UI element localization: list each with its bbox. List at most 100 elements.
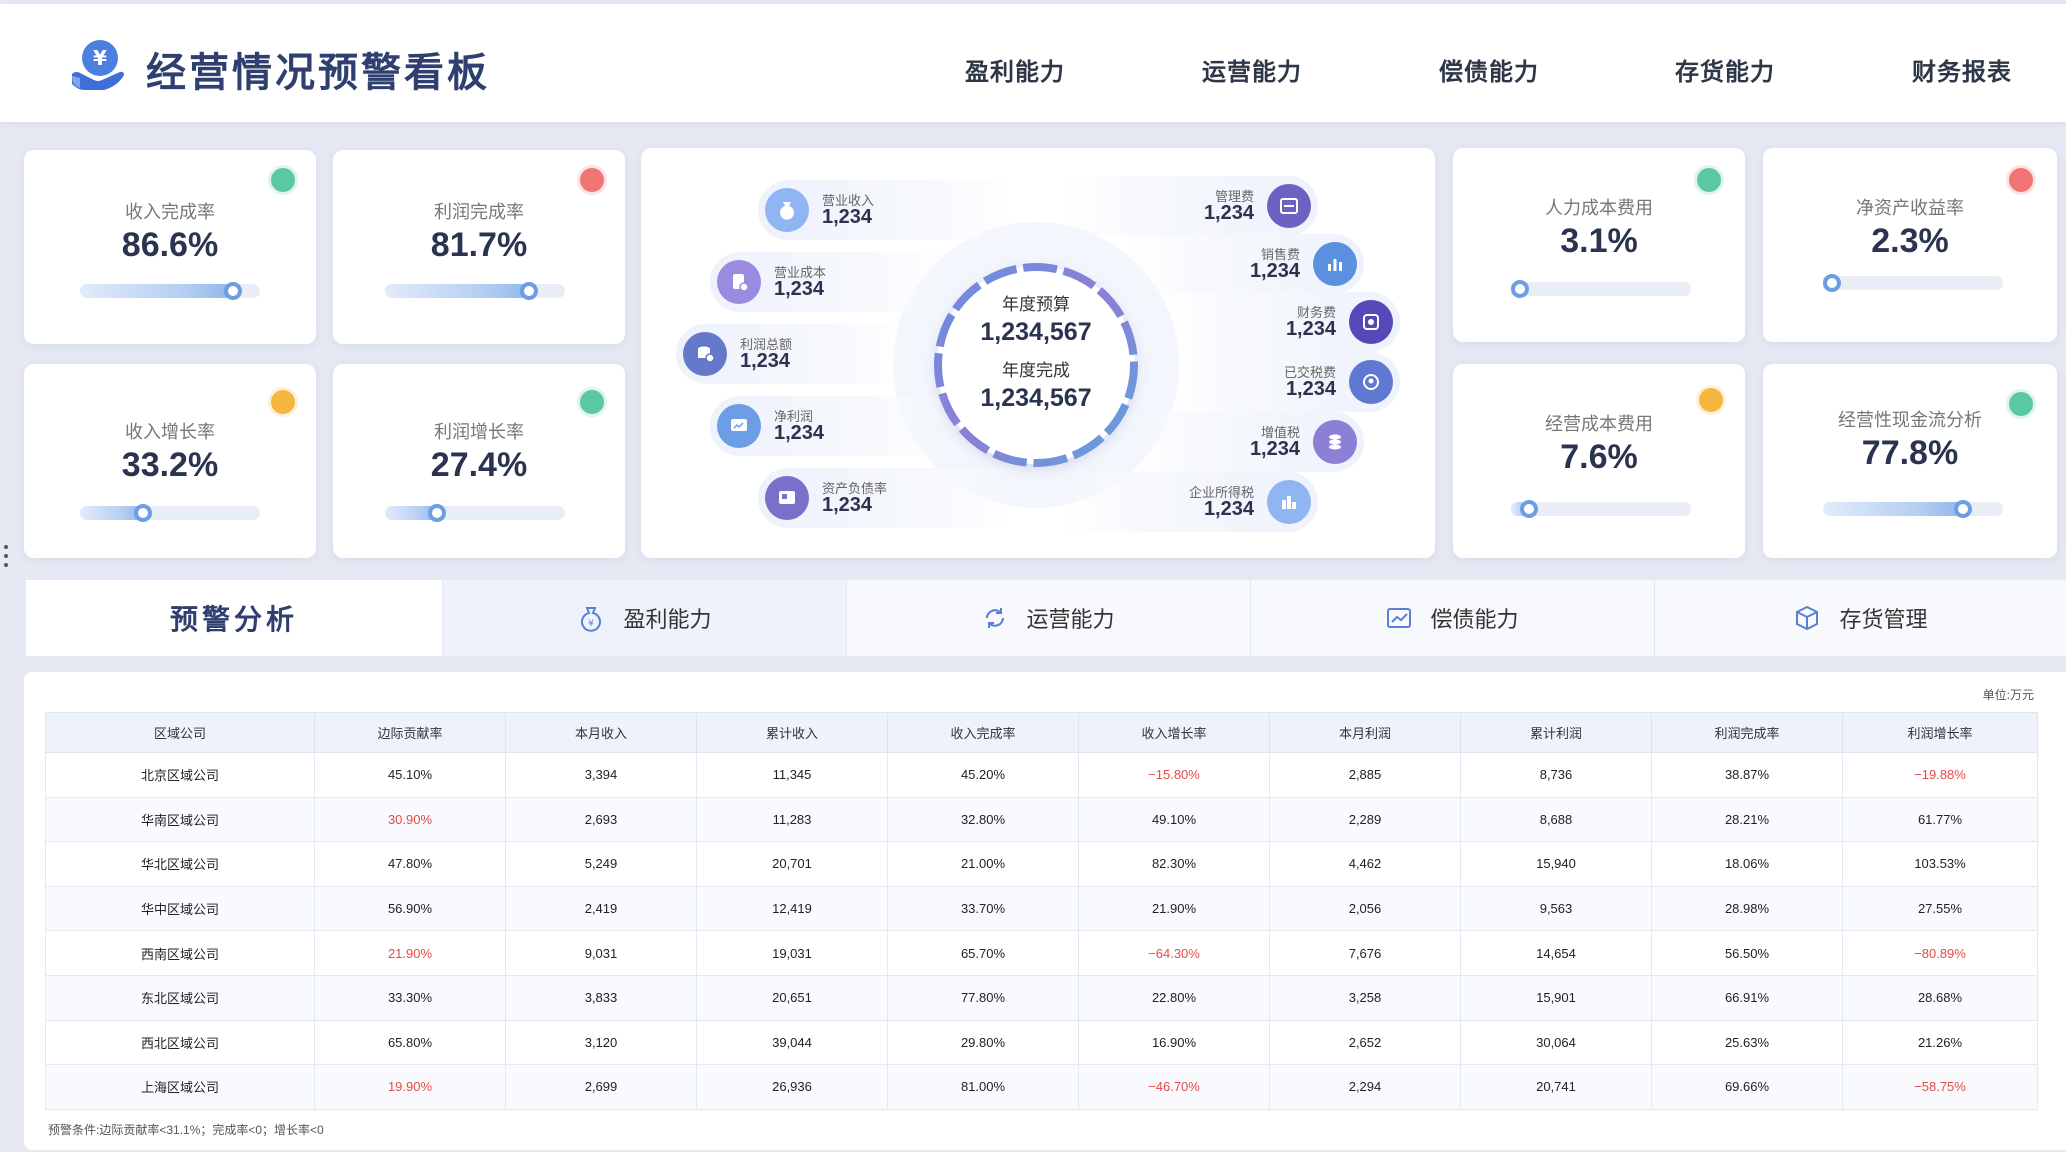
svg-text:¥: ¥ [93, 46, 107, 70]
table-cell: 15,940 [1460, 841, 1652, 887]
table-cell: 西北区域公司 [45, 1020, 315, 1066]
table-row[interactable]: 西北区域公司 65.80% 3,120 39,044 29.80% 16.90% 2,652… [45, 1020, 2038, 1066]
table-cell: 北京区域公司 [45, 752, 315, 798]
table-cell: −15.80% [1078, 752, 1270, 798]
table-row[interactable]: 华北区域公司 47.80% 5,249 20,701 21.00% 82.30% 4,462… [45, 841, 2038, 887]
table-cell: 30.90% [314, 797, 506, 843]
nav-inventory[interactable]: 存货能力 [1675, 52, 1775, 87]
tab-operations[interactable]: 运营能力 [846, 580, 1250, 656]
app-title: 经营情况预警看板 [146, 51, 490, 95]
kpi-value: 7.6% [1560, 438, 1638, 476]
nav-financial-report[interactable]: 财务报表 [1912, 52, 2012, 87]
column-header: 区域公司 [45, 712, 315, 753]
table-cell: 3,394 [505, 752, 697, 798]
table-cell: 21.00% [887, 841, 1079, 887]
table-row[interactable]: 北京区域公司 45.10% 3,394 11,345 45.20% −15.80% 2,88… [45, 752, 2038, 798]
kpi-progress [1823, 500, 2003, 518]
column-header: 累计利润 [1460, 712, 1652, 753]
metric-sales-fee: 销售费 1,234 [1128, 234, 1364, 294]
table-cell: 2,056 [1269, 886, 1461, 932]
kpi-label: 人力成本费用 [1545, 198, 1653, 218]
kpi-progress [385, 282, 565, 300]
table-cell: 3,120 [505, 1020, 697, 1066]
table-cell: 西南区域公司 [45, 930, 315, 976]
table-cell: 28.98% [1651, 886, 1843, 932]
table-cell: 5,249 [505, 841, 697, 887]
status-dot [271, 168, 295, 192]
kpi-progress [385, 504, 565, 522]
table-cell: 21.90% [314, 930, 506, 976]
table-row[interactable]: 西南区域公司 21.90% 9,031 19,031 65.70% −64.30% 7,67… [45, 930, 2038, 976]
column-header: 利润完成率 [1651, 712, 1843, 753]
table-cell: 82.30% [1078, 841, 1270, 887]
yuan-hand-logo-icon: ¥ [72, 40, 124, 90]
table-cell: 华南区域公司 [45, 797, 315, 843]
tab-profitability[interactable]: ¥ 盈利能力 [442, 580, 846, 656]
table-cell: 9,563 [1460, 886, 1652, 932]
tab-label: 偿债能力 [1430, 607, 1519, 632]
kpi-value: 27.4% [430, 446, 528, 484]
sales-fee-icon [1313, 242, 1357, 286]
tab-inventory[interactable]: 存货管理 [1654, 580, 2066, 656]
kpi-card-labor-cost: 人力成本费用 3.1% [1453, 148, 1745, 342]
kpi-label: 收入完成率 [125, 202, 215, 222]
metric-net-profit: 净利润 1,234 [710, 396, 946, 456]
table-row[interactable]: 华南区域公司 30.90% 2,693 11,283 32.80% 49.10% 2,289… [45, 797, 2038, 843]
table-row[interactable]: 东北区域公司 33.30% 3,833 20,651 77.80% 22.80% 3,258… [45, 975, 2038, 1021]
nav-solvency[interactable]: 偿债能力 [1439, 52, 1539, 87]
table-cell: 14,654 [1460, 930, 1652, 976]
done-label: 年度完成 [1002, 361, 1070, 380]
metric-value: 1,234 [1249, 260, 1300, 282]
table-cell: 4,462 [1269, 841, 1461, 887]
table-row[interactable]: 华中区域公司 56.90% 2,419 12,419 33.70% 21.90% 2,056… [45, 886, 2038, 932]
table-cell: 65.80% [314, 1020, 506, 1066]
tab-solvency[interactable]: 偿债能力 [1250, 580, 1654, 656]
column-header: 收入完成率 [887, 712, 1079, 753]
table-cell: 21.90% [1078, 886, 1270, 932]
status-dot [580, 390, 604, 414]
kpi-label: 净资产收益率 [1856, 198, 1964, 218]
table-cell: 69.66% [1651, 1064, 1843, 1110]
done-value: 1,234,567 [980, 384, 1092, 412]
table-cell: −19.88% [1842, 752, 2038, 798]
kpi-value: 86.6% [121, 226, 219, 264]
table-cell: 45.10% [314, 752, 506, 798]
table-cell: 21.26% [1842, 1020, 2038, 1066]
kpi-label: 利润完成率 [434, 202, 524, 222]
profit-total-icon [683, 332, 727, 376]
table-row[interactable]: 上海区域公司 19.90% 2,699 26,936 81.00% −46.70% 2,29… [45, 1064, 2038, 1110]
table-cell: 56.90% [314, 886, 506, 932]
metric-income-tax: 企业所得税 1,234 [1062, 472, 1318, 532]
table-cell: 20,741 [1460, 1064, 1652, 1110]
management-fee-icon [1267, 184, 1311, 228]
table-cell: 20,701 [696, 841, 888, 887]
metric-revenue: 营业收入 1,234 [758, 180, 1014, 240]
kpi-value: 81.7% [430, 226, 528, 264]
kpi-progress [1823, 274, 2003, 292]
table-cell: 66.91% [1651, 975, 1843, 1021]
regional-warning-table: 区域公司 边际贡献率 本月收入 累计收入 收入完成率 收入增长率 本月利润 累计利润 利润完成率… [45, 712, 2038, 1110]
table-cell: 28.21% [1651, 797, 1843, 843]
table-header-row: 区域公司 边际贡献率 本月收入 累计收入 收入完成率 收入增长率 本月利润 累计利润 利润完成率… [45, 712, 2038, 753]
table-cell: 15,901 [1460, 975, 1652, 1021]
kpi-label: 经营性现金流分析 [1838, 410, 1982, 430]
table-cell: 30,064 [1460, 1020, 1652, 1066]
nav-profitability[interactable]: 盈利能力 [965, 52, 1065, 87]
metric-value: 1,234 [1249, 438, 1300, 460]
table-cell: 11,345 [696, 752, 888, 798]
tab-label: 运营能力 [1026, 607, 1115, 632]
table-cell: 12,419 [696, 886, 888, 932]
table-cell: 22.80% [1078, 975, 1270, 1021]
table-cell: 20,651 [696, 975, 888, 1021]
income-tax-icon [1267, 480, 1311, 524]
revenue-icon [765, 188, 809, 232]
kpi-card-roe: 净资产收益率 2.3% [1763, 148, 2057, 342]
svg-text:¥: ¥ [589, 619, 595, 629]
table-cell: 东北区域公司 [45, 975, 315, 1021]
table-body: 北京区域公司 45.10% 3,394 11,345 45.20% −15.80% 2,88… [45, 752, 2038, 1110]
side-handle-icon[interactable] [4, 545, 10, 572]
nav-operations[interactable]: 运营能力 [1202, 52, 1302, 87]
refresh-cycle-icon [986, 608, 1005, 628]
table-cell: 2,289 [1269, 797, 1461, 843]
table-cell: 9,031 [505, 930, 697, 976]
